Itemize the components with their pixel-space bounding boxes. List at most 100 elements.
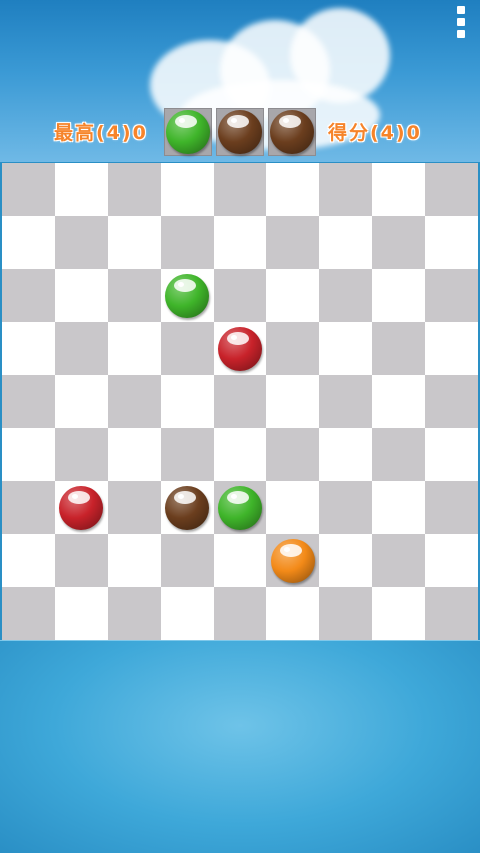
board-cell[interactable] — [2, 163, 55, 216]
board-cell[interactable] — [54, 375, 108, 428]
board-cell[interactable] — [319, 587, 373, 640]
board-cell[interactable] — [425, 428, 478, 481]
board-cell[interactable] — [107, 375, 161, 428]
board-cell[interactable] — [2, 428, 55, 481]
board-cell[interactable] — [160, 534, 214, 587]
board-cell[interactable] — [319, 216, 373, 269]
board-cell[interactable] — [425, 375, 478, 428]
board-cell[interactable] — [425, 163, 478, 216]
board-cell[interactable] — [160, 481, 214, 534]
board-cell[interactable] — [54, 269, 108, 322]
board-cell[interactable] — [266, 163, 320, 216]
board-cell[interactable] — [107, 216, 161, 269]
board-cell[interactable] — [266, 322, 320, 375]
board-cell[interactable] — [266, 534, 320, 587]
board-cell[interactable] — [213, 481, 267, 534]
board-cell[interactable] — [2, 375, 55, 428]
board-cell[interactable] — [160, 322, 214, 375]
next-ball-slot — [216, 108, 264, 156]
board-cell[interactable] — [2, 587, 55, 640]
green-ball[interactable] — [217, 485, 262, 530]
board-cell[interactable] — [319, 269, 373, 322]
board-cell[interactable] — [160, 269, 214, 322]
board-cell[interactable] — [266, 269, 320, 322]
board-cell[interactable] — [213, 428, 267, 481]
board-cell[interactable] — [425, 534, 478, 587]
board-cell[interactable] — [107, 534, 161, 587]
board-cell[interactable] — [319, 163, 373, 216]
board-cell[interactable] — [107, 322, 161, 375]
board-cell[interactable] — [160, 587, 214, 640]
orange-ball[interactable] — [270, 538, 315, 583]
next-ball — [166, 110, 210, 154]
board-cell[interactable] — [266, 216, 320, 269]
board-cell[interactable] — [160, 428, 214, 481]
board-cell[interactable] — [319, 534, 373, 587]
board-cell[interactable] — [107, 163, 161, 216]
board-cell[interactable] — [107, 587, 161, 640]
board-cell[interactable] — [2, 269, 55, 322]
board-cell[interactable] — [213, 534, 267, 587]
board-cell[interactable] — [160, 216, 214, 269]
best-score: 最高(4)0 — [54, 122, 148, 144]
board-cell[interactable] — [54, 322, 108, 375]
board-cell[interactable] — [54, 216, 108, 269]
next-ball — [270, 110, 314, 154]
board-cell[interactable] — [2, 216, 55, 269]
board-cell[interactable] — [266, 375, 320, 428]
board-cell[interactable] — [54, 534, 108, 587]
board-cell[interactable] — [319, 428, 373, 481]
next-ball — [218, 110, 262, 154]
vertical-dots-icon — [457, 18, 465, 26]
board-cell[interactable] — [372, 269, 426, 322]
board-cell[interactable] — [372, 534, 426, 587]
board-cell[interactable] — [54, 481, 108, 534]
board-cell[interactable] — [372, 322, 426, 375]
board-cell[interactable] — [54, 163, 108, 216]
board-cell[interactable] — [425, 322, 478, 375]
board-cell[interactable] — [107, 481, 161, 534]
board-cell[interactable] — [2, 481, 55, 534]
red-ball[interactable] — [217, 326, 262, 371]
board-cell[interactable] — [213, 322, 267, 375]
board-cell[interactable] — [54, 428, 108, 481]
board-cell[interactable] — [319, 322, 373, 375]
board-cell[interactable] — [54, 587, 108, 640]
board-cell[interactable] — [372, 481, 426, 534]
green-ball[interactable] — [165, 273, 210, 318]
board-cell[interactable] — [372, 587, 426, 640]
board-cell[interactable] — [2, 322, 55, 375]
board-cell[interactable] — [266, 428, 320, 481]
board-cell[interactable] — [425, 216, 478, 269]
board-cell[interactable] — [372, 375, 426, 428]
brown-ball[interactable] — [165, 485, 210, 530]
vertical-dots-icon — [457, 30, 465, 38]
next-ball-slot — [164, 108, 212, 156]
menu-button[interactable] — [454, 6, 468, 38]
next-ball-slot — [268, 108, 316, 156]
board-cell[interactable] — [266, 481, 320, 534]
board-cell[interactable] — [372, 216, 426, 269]
board-cell[interactable] — [213, 375, 267, 428]
red-ball[interactable] — [59, 485, 104, 530]
board-cell[interactable] — [160, 375, 214, 428]
board-cell[interactable] — [213, 216, 267, 269]
board-cell[interactable] — [213, 587, 267, 640]
game-board[interactable] — [2, 163, 478, 640]
vertical-dots-icon — [457, 6, 465, 14]
board-cell[interactable] — [213, 163, 267, 216]
bottom-panel — [0, 641, 480, 853]
board-cell[interactable] — [160, 163, 214, 216]
board-cell[interactable] — [213, 269, 267, 322]
board-cell[interactable] — [425, 481, 478, 534]
board-cell[interactable] — [425, 587, 478, 640]
board-cell[interactable] — [266, 587, 320, 640]
board-cell[interactable] — [372, 428, 426, 481]
board-cell[interactable] — [319, 481, 373, 534]
board-cell[interactable] — [319, 375, 373, 428]
board-cell[interactable] — [372, 163, 426, 216]
board-cell[interactable] — [2, 534, 55, 587]
board-cell[interactable] — [107, 428, 161, 481]
board-cell[interactable] — [107, 269, 161, 322]
board-cell[interactable] — [425, 269, 478, 322]
